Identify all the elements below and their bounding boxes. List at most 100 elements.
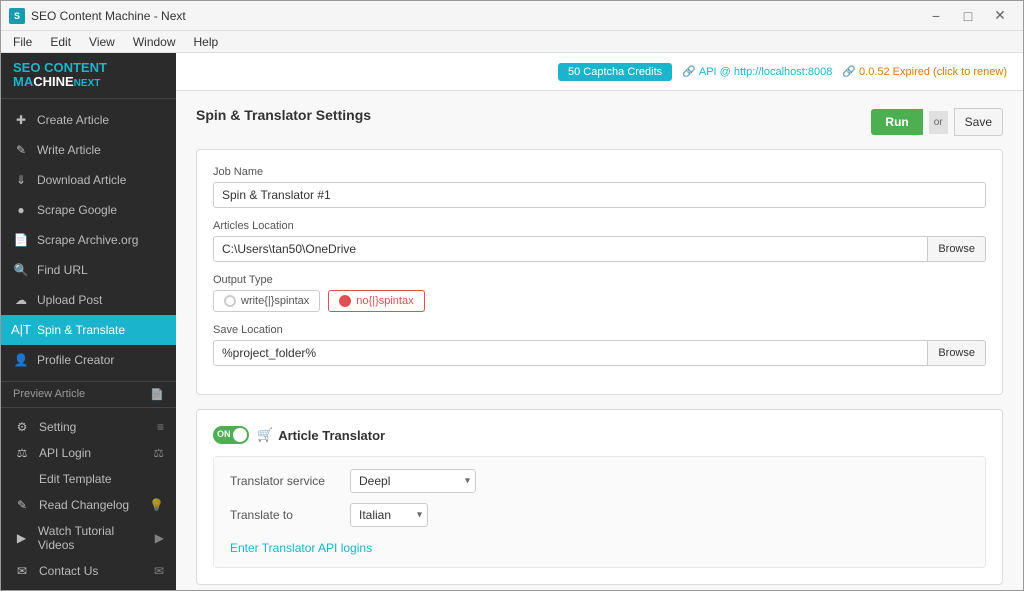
- translator-toggle[interactable]: ON: [213, 426, 249, 444]
- sidebar-item-spin-translate[interactable]: A|T Spin & Translate: [1, 315, 176, 345]
- run-button[interactable]: Run: [871, 109, 922, 135]
- article-translator-card: ON 🛒 Article Translator Translator servi…: [196, 409, 1003, 585]
- translate-to-label: Translate to: [230, 508, 340, 522]
- archive-icon: 📄: [13, 232, 29, 248]
- sidebar-item-create-article[interactable]: ✚ Create Article: [1, 105, 176, 135]
- setting-icon: ⚙: [13, 420, 31, 434]
- window-controls: − □ ✕: [921, 6, 1015, 26]
- api-link-text: API @ http://localhost:8008: [699, 66, 832, 78]
- save-button[interactable]: Save: [954, 108, 1003, 136]
- plus-circle-icon: ✚: [13, 112, 29, 128]
- menu-edit[interactable]: Edit: [42, 33, 79, 51]
- sidebar-item-watch-tutorials[interactable]: ▶ Watch Tutorial Videos ▶: [1, 518, 176, 558]
- save-location-input[interactable]: [213, 340, 928, 366]
- sidebar-item-upload-post[interactable]: ☁ Upload Post: [1, 285, 176, 315]
- job-name-input[interactable]: [213, 182, 986, 208]
- preview-label: Preview Article: [13, 388, 85, 400]
- save-location-group: Save Location Browse: [213, 324, 986, 366]
- sidebar-label-create: Create Article: [37, 113, 109, 127]
- sidebar-item-read-changelog[interactable]: ✎ Read Changelog 💡: [1, 492, 176, 518]
- translator-title: 🛒 Article Translator: [257, 427, 385, 443]
- api-icon: ⚖: [153, 446, 164, 460]
- app-icon: S: [9, 8, 25, 24]
- logo-line3: CHINE: [33, 74, 73, 89]
- cloud-icon: ☁: [13, 292, 29, 308]
- api-link-icon: 🔗: [682, 65, 696, 78]
- sidebar-label-profile: Profile Creator: [37, 353, 114, 367]
- at-icon: A|T: [13, 322, 29, 338]
- translator-service-wrap: Deepl Google Translate Microsoft: [350, 469, 476, 493]
- save-browse-button[interactable]: Browse: [928, 340, 986, 366]
- setting-label: Setting: [39, 420, 76, 434]
- sidebar-label-find-url: Find URL: [37, 263, 88, 277]
- sidebar-label-upload: Upload Post: [37, 293, 102, 307]
- api-link[interactable]: 🔗 API @ http://localhost:8008: [682, 65, 832, 78]
- sidebar-label-download: Download Article: [37, 173, 126, 187]
- translator-service-label: Translator service: [230, 474, 340, 488]
- sidebar-item-scrape-google[interactable]: ● Scrape Google: [1, 195, 176, 225]
- version-icon: 🔗: [842, 65, 856, 78]
- output-no-option[interactable]: no{|}spintax: [328, 290, 424, 312]
- edit-icon: ✎: [13, 142, 29, 158]
- output-write-label: write{|}spintax: [241, 295, 309, 307]
- sidebar-label-spin: Spin & Translate: [37, 323, 125, 337]
- sidebar-item-setting[interactable]: ⚙ Setting ≡: [1, 414, 176, 440]
- menu-view[interactable]: View: [81, 33, 123, 51]
- translate-icon: 🛒: [257, 427, 273, 443]
- preview-section[interactable]: Preview Article 📄: [1, 381, 176, 407]
- sidebar-label-scrape-archive: Scrape Archive.org: [37, 233, 138, 247]
- sidebar-item-edit-template[interactable]: Edit Template: [1, 466, 176, 492]
- articles-location-label: Articles Location: [213, 220, 986, 232]
- menu-window[interactable]: Window: [125, 33, 184, 51]
- close-button[interactable]: ✕: [985, 6, 1015, 26]
- lightbulb-icon: 💡: [149, 498, 164, 512]
- translator-api-link[interactable]: Enter Translator API logins: [230, 541, 372, 555]
- sidebar-label-scrape-google: Scrape Google: [37, 203, 117, 217]
- sidebar-item-scrape-archive[interactable]: 📄 Scrape Archive.org: [1, 225, 176, 255]
- translator-inner-card: Translator service Deepl Google Translat…: [213, 456, 986, 568]
- job-name-label: Job Name: [213, 166, 986, 178]
- output-type-label: Output Type: [213, 274, 986, 286]
- api-login-label: API Login: [39, 446, 91, 460]
- sidebar-item-write-article[interactable]: ✎ Write Article: [1, 135, 176, 165]
- translate-to-field: Translate to Italian French Spanish Germ…: [230, 503, 969, 527]
- sidebar-logo: SEO CONTENT MACHINENEXT: [1, 53, 176, 99]
- window-title: SEO Content Machine - Next: [31, 9, 186, 23]
- output-write-option[interactable]: write{|}spintax: [213, 290, 320, 312]
- articles-location-input-wrap: Browse: [213, 236, 986, 262]
- logo-text: SEO CONTENT MACHINENEXT: [13, 61, 164, 90]
- menu-help[interactable]: Help: [186, 33, 227, 51]
- changelog-label: Read Changelog: [39, 498, 129, 512]
- logo-line2: MA: [13, 74, 33, 89]
- translate-to-wrap: Italian French Spanish German: [350, 503, 428, 527]
- translator-title-text: Article Translator: [278, 428, 385, 443]
- sidebar-item-download-article[interactable]: ⇓ Download Article: [1, 165, 176, 195]
- translate-to-select[interactable]: Italian French Spanish German: [350, 503, 428, 527]
- save-location-label: Save Location: [213, 324, 986, 336]
- user-icon: 👤: [13, 352, 29, 368]
- captcha-badge[interactable]: 50 Captcha Credits: [558, 63, 672, 81]
- minimize-button[interactable]: −: [921, 6, 951, 26]
- translator-service-select[interactable]: Deepl Google Translate Microsoft: [350, 469, 476, 493]
- articles-location-input[interactable]: [213, 236, 928, 262]
- save-location-input-wrap: Browse: [213, 340, 986, 366]
- sidebar-item-api-login[interactable]: ⚖ API Login ⚖: [1, 440, 176, 466]
- title-bar-left: S SEO Content Machine - Next: [9, 8, 186, 24]
- sidebar-item-contact-us[interactable]: ✉ Contact Us ✉: [1, 558, 176, 584]
- translator-toggle-label: ON: [217, 429, 231, 439]
- sidebar-item-profile-creator[interactable]: 👤 Profile Creator: [1, 345, 176, 375]
- sidebar-item-find-url[interactable]: 🔍 Find URL: [1, 255, 176, 285]
- content-area: Spin & Translator Settings Run or Save J…: [176, 91, 1023, 590]
- articles-browse-button[interactable]: Browse: [928, 236, 986, 262]
- articles-location-group: Articles Location Browse: [213, 220, 986, 262]
- play-icon: ▶: [155, 531, 164, 545]
- sidebar-label-write: Write Article: [37, 143, 101, 157]
- logo-line1: SEO CONTENT: [13, 60, 107, 75]
- output-type-options: write{|}spintax no{|}spintax: [213, 290, 986, 312]
- translator-section-header: ON 🛒 Article Translator: [213, 426, 986, 444]
- bulb-icon: ✎: [13, 498, 31, 512]
- app-body: SEO CONTENT MACHINENEXT ✚ Create Article…: [1, 53, 1023, 590]
- version-badge[interactable]: 🔗 0.0.52 Expired (click to renew): [842, 65, 1007, 78]
- maximize-button[interactable]: □: [953, 6, 983, 26]
- menu-file[interactable]: File: [5, 33, 40, 51]
